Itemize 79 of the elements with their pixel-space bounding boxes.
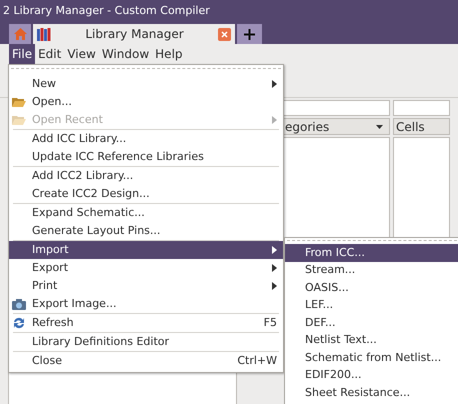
- submenu-item-label: Sheet Resistance...: [305, 384, 410, 400]
- refresh-icon: [12, 316, 26, 330]
- tab-label: Library Manager: [84, 26, 185, 43]
- submenu-item[interactable]: LEF...: [285, 296, 458, 314]
- menu-bar-item[interactable]: Edit: [35, 44, 64, 64]
- menu-item-label: Export Image...: [32, 296, 118, 312]
- submenu-item[interactable]: Stream...: [285, 262, 458, 279]
- submenu-item[interactable]: OASIS...: [285, 279, 458, 296]
- submenu-arrow-icon: [272, 246, 277, 254]
- column-header[interactable]: Cells: [393, 118, 450, 135]
- menu-item[interactable]: Add ICC2 Library...: [9, 167, 283, 185]
- menu-item[interactable]: Export Image...: [9, 295, 283, 313]
- menu-item-label: Update ICC Reference Libraries: [32, 148, 205, 165]
- library-manager-tab[interactable]: Library Manager: [33, 24, 235, 44]
- shortcut-label: Ctrl+W: [237, 352, 277, 369]
- submenu-arrow-icon: [272, 80, 277, 88]
- plus-icon: [244, 28, 255, 40]
- submenu-item-label: OASIS...: [305, 280, 349, 296]
- menu-item[interactable]: Export: [9, 259, 283, 277]
- menu-item[interactable]: Library Definitions Editor: [9, 333, 283, 351]
- submenu-item-label: LEF...: [305, 297, 334, 313]
- submenu-item-label: From ICC...: [305, 244, 365, 260]
- menu-item-label: Generate Layout Pins...: [32, 222, 162, 239]
- home-tab[interactable]: [9, 24, 31, 44]
- menu-bar-item[interactable]: Help: [152, 44, 186, 64]
- submenu-item[interactable]: DEF...: [285, 314, 458, 332]
- submenu-item[interactable]: Schematic from Netlist...: [285, 349, 458, 366]
- submenu-item-label: Netlist Text...: [305, 332, 377, 348]
- new-tab-button[interactable]: [237, 24, 262, 44]
- menu-bar-item[interactable]: Window: [98, 44, 152, 64]
- menu-item-label: New: [32, 76, 57, 92]
- close-tab-button[interactable]: [218, 28, 231, 40]
- window-title: 2 Library Manager - Custom Compiler: [3, 2, 210, 19]
- submenu-arrow-icon: [272, 282, 277, 290]
- submenu-arrow-icon: [272, 264, 277, 272]
- shortcut-label: F5: [264, 314, 277, 331]
- column-header-label: egories: [285, 118, 330, 136]
- menu-item-label: Add ICC2 Library...: [32, 168, 134, 184]
- menu-item-label: Close: [32, 352, 63, 369]
- library-books-icon: [37, 28, 51, 40]
- submenu-item-label: DEF...: [305, 314, 336, 330]
- submenu-item-label: EDIF200...: [305, 367, 362, 383]
- menu-item[interactable]: Open...: [9, 93, 283, 111]
- menu-item[interactable]: Generate Layout Pins...: [9, 222, 283, 240]
- submenu-item-label: Stream...: [305, 262, 356, 278]
- menu-bar-item[interactable]: View: [64, 44, 99, 64]
- folder-icon: [12, 114, 26, 126]
- folder-icon: [12, 96, 26, 108]
- filter-field[interactable]: [393, 100, 450, 116]
- menu-item-label: Open Recent: [32, 112, 104, 128]
- submenu-item[interactable]: EDIF200...: [285, 366, 458, 384]
- menu-item[interactable]: Print: [9, 277, 283, 295]
- menu-item-label: Open...: [32, 94, 73, 110]
- menu-item[interactable]: New: [9, 75, 283, 93]
- menu-item-label: Export: [32, 260, 70, 276]
- menu-item-label: Library Definitions Editor: [32, 334, 170, 350]
- home-icon: [14, 28, 26, 40]
- menu-item[interactable]: Create ICC2 Design...: [9, 185, 283, 203]
- column-header-label: Cells: [396, 118, 425, 136]
- menu-item-label: Expand Schematic...: [32, 204, 146, 221]
- menu-item-label: Import: [32, 242, 70, 258]
- menu-bar-item[interactable]: File: [9, 44, 36, 64]
- submenu-arrow-icon: [272, 116, 277, 124]
- menu-item[interactable]: Update ICC Reference Libraries: [9, 148, 283, 166]
- menu-item[interactable]: Import: [9, 241, 283, 259]
- submenu-item[interactable]: From ICC...: [285, 244, 458, 262]
- menu-item[interactable]: Expand Schematic...: [9, 204, 283, 222]
- close-icon: [221, 30, 228, 38]
- dropdown-caret-icon: [376, 124, 383, 128]
- menu-item[interactable]: Refresh F5: [9, 314, 283, 332]
- menu-item-label: Add ICC Library...: [32, 130, 128, 147]
- menu-item-label: Refresh: [32, 314, 75, 331]
- submenu-item[interactable]: Sheet Resistance...: [285, 384, 458, 402]
- menu-item-label: Create ICC2 Design...: [32, 186, 151, 202]
- menu-item-label: Print: [32, 278, 58, 294]
- menu-item[interactable]: Close Ctrl+W: [9, 352, 283, 370]
- submenu-item[interactable]: Netlist Text...: [285, 332, 458, 349]
- submenu-item-label: Schematic from Netlist...: [305, 350, 442, 366]
- camera-icon: [12, 298, 26, 310]
